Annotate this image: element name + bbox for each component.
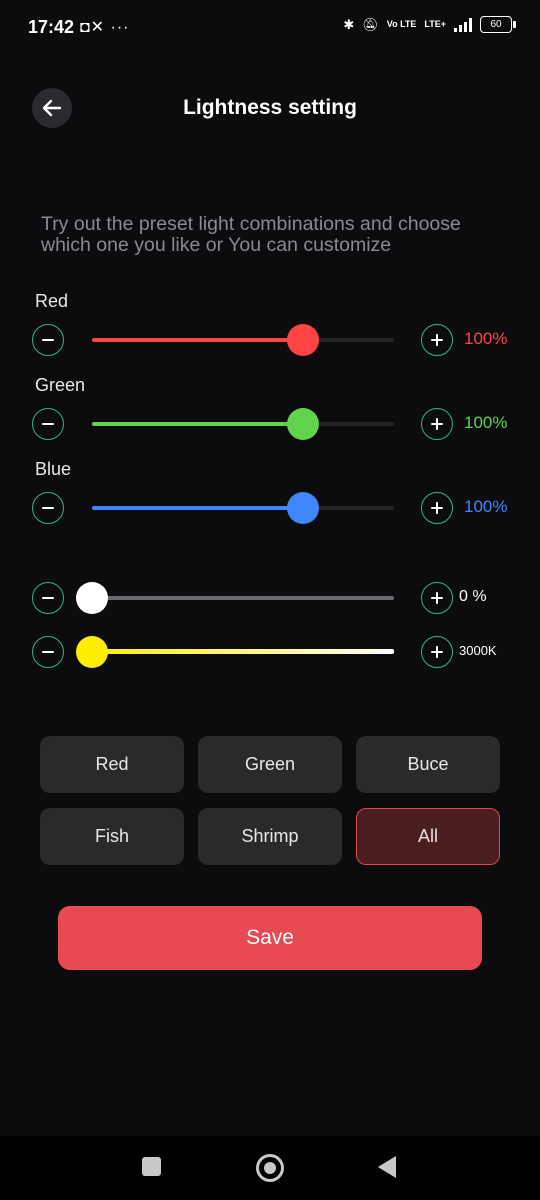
- minus-icon: [42, 338, 54, 342]
- notification-icons: ◘✕ ···: [80, 19, 130, 36]
- blue-slider-thumb[interactable]: [287, 492, 320, 524]
- preset-red-button[interactable]: Red: [40, 736, 184, 793]
- red-value: 100%: [464, 329, 508, 348]
- temperature-slider-track[interactable]: [92, 649, 394, 654]
- lte-icon: LTE+: [424, 19, 446, 29]
- signal-icon: [454, 17, 472, 32]
- brightness-plus-button[interactable]: [421, 582, 453, 614]
- blue-plus-button[interactable]: [421, 492, 453, 524]
- mute-icon: 🔕︎: [362, 16, 379, 32]
- save-button[interactable]: Save: [58, 906, 482, 970]
- description-text: Try out the preset light combinations an…: [41, 213, 461, 256]
- preset-buce-button[interactable]: Buce: [356, 736, 500, 793]
- red-plus-button[interactable]: [421, 324, 453, 356]
- blue-value: 100%: [464, 497, 508, 516]
- preset-shrimp-button[interactable]: Shrimp: [198, 808, 342, 865]
- minus-icon: [42, 650, 54, 654]
- volte-icon: Vo LTE: [386, 19, 417, 29]
- blue-slider-fill: [92, 506, 304, 510]
- green-value: 100%: [464, 413, 508, 432]
- blue-minus-button[interactable]: [32, 492, 64, 524]
- bluetooth-icon: ✱: [343, 16, 355, 32]
- page-title: Lightness setting: [183, 96, 357, 119]
- channel-label-red: Red: [35, 291, 69, 311]
- temperature-minus-button[interactable]: [32, 636, 64, 668]
- minus-icon: [42, 422, 54, 426]
- red-slider-thumb[interactable]: [287, 324, 320, 356]
- status-bar: 17:42 ◘✕ ··· ✱ 🔕︎ Vo LTE LTE+ 60: [0, 0, 540, 54]
- green-slider-fill: [92, 422, 304, 426]
- channel-label-blue: Blue: [35, 459, 72, 479]
- brightness-slider-track[interactable]: [92, 596, 394, 600]
- red-minus-button[interactable]: [32, 324, 64, 356]
- status-time: 17:42: [28, 17, 75, 37]
- recents-icon[interactable]: [142, 1157, 161, 1176]
- temperature-plus-button[interactable]: [421, 636, 453, 668]
- minus-icon: [42, 506, 54, 510]
- battery-icon: 60: [480, 16, 516, 33]
- brightness-minus-button[interactable]: [32, 582, 64, 614]
- green-plus-button[interactable]: [421, 408, 453, 440]
- brightness-value: 0 %: [459, 588, 487, 605]
- channel-label-green: Green: [35, 375, 86, 395]
- back-nav-icon[interactable]: [378, 1156, 396, 1178]
- minus-icon: [42, 596, 54, 600]
- status-right: ✱ 🔕︎ Vo LTE LTE+ 60: [343, 16, 516, 33]
- preset-all-button[interactable]: All: [356, 808, 500, 865]
- temperature-value: 3000K: [459, 643, 497, 658]
- green-slider-thumb[interactable]: [287, 408, 320, 440]
- preset-fish-button[interactable]: Fish: [40, 808, 184, 865]
- preset-green-button[interactable]: Green: [198, 736, 342, 793]
- temperature-slider-thumb[interactable]: [76, 636, 108, 668]
- home-icon[interactable]: [256, 1154, 284, 1182]
- brightness-slider-thumb[interactable]: [76, 582, 108, 614]
- green-minus-button[interactable]: [32, 408, 64, 440]
- red-slider-fill: [92, 338, 304, 342]
